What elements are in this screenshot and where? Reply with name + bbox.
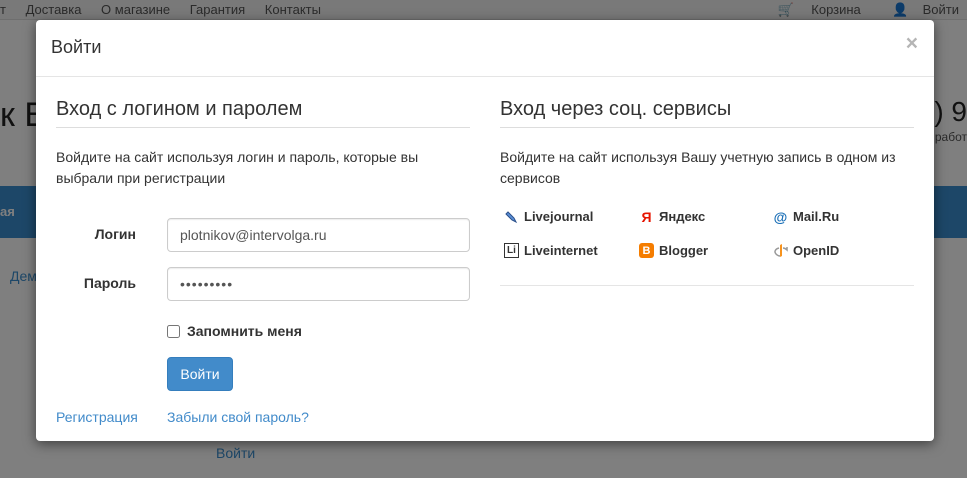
register-link[interactable]: Регистрация xyxy=(56,409,138,425)
login-modal: Войти × Вход с логином и паролем Войдите… xyxy=(36,20,934,441)
login-submit-button[interactable]: Войти xyxy=(167,357,233,391)
password-input[interactable] xyxy=(167,267,470,301)
forgot-password-link[interactable]: Забыли свой пароль? xyxy=(167,409,309,425)
modal-header: Войти × xyxy=(36,20,934,77)
social-mailru[interactable]: @ Mail.Ru xyxy=(773,208,840,225)
modal-title: Войти xyxy=(51,37,102,57)
social-divider xyxy=(500,285,914,286)
social-section: Вход через соц. сервисы Войдите на сайт … xyxy=(500,98,914,286)
social-blogger[interactable]: B Blogger xyxy=(639,243,708,258)
remember-me-input[interactable] xyxy=(167,324,180,338)
login-input[interactable] xyxy=(167,218,470,252)
login-section-description: Войдите на сайт используя логин и пароль… xyxy=(56,149,419,186)
openid-icon xyxy=(773,243,788,258)
social-openid[interactable]: OpenID xyxy=(773,243,839,258)
login-row: Логин xyxy=(56,218,470,252)
mailru-icon: @ xyxy=(773,208,788,225)
login-section-title: Вход с логином и паролем xyxy=(56,98,470,128)
liveinternet-icon: Li xyxy=(504,243,519,258)
login-section: Вход с логином и паролем Войдите на сайт… xyxy=(56,98,470,425)
yandex-icon: Я xyxy=(641,208,652,225)
livejournal-icon xyxy=(504,209,519,224)
social-section-title: Вход через соц. сервисы xyxy=(500,98,914,128)
social-liveinternet[interactable]: Li Liveinternet xyxy=(504,243,598,258)
login-label: Логин xyxy=(94,226,136,242)
close-button[interactable]: × xyxy=(906,33,918,54)
social-yandex[interactable]: Я Яндекс xyxy=(639,208,705,225)
password-row: Пароль xyxy=(56,267,470,301)
social-section-description: Войдите на сайт используя Вашу учетную з… xyxy=(500,149,896,186)
blogger-icon: B xyxy=(639,243,654,258)
remember-me-label: Запомнить меня xyxy=(187,323,302,339)
password-label: Пароль xyxy=(83,275,136,291)
remember-me-checkbox[interactable]: Запомнить меня xyxy=(167,323,302,339)
social-livejournal[interactable]: Livejournal xyxy=(504,209,593,224)
